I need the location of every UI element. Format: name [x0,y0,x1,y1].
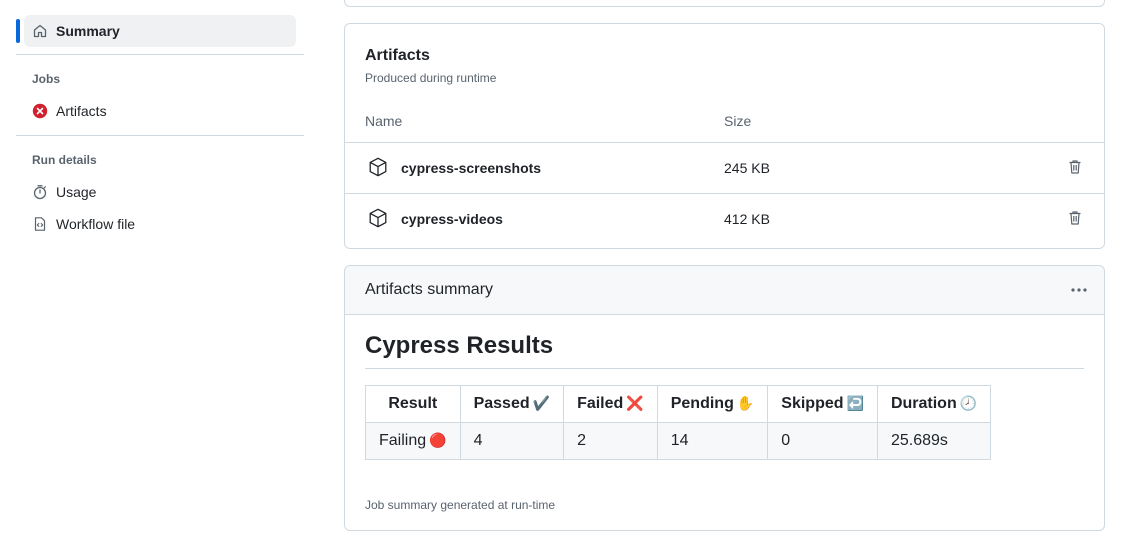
column-header-size: Size [724,113,752,129]
check-emoji-icon: ✔️ [532,395,551,411]
skipped-cell: 0 [767,422,878,460]
artifacts-title: Artifacts [365,47,430,64]
x-circle-fill-icon [32,103,48,119]
artifacts-subtitle: Produced during runtime [365,71,497,85]
artifacts-panel: Artifacts Produced during runtime Name S… [344,23,1105,249]
table-header-cell: Passed ✔️ [459,385,565,423]
table-row: Failing 🔴 4 2 14 0 25.689s [365,422,992,460]
return-arrow-emoji-icon: ↩️ [846,395,864,411]
artifact-row: cypress-screenshots 245 KB [345,142,1104,193]
duration-cell: 25.689s [876,422,992,460]
sidebar-item-label: Artifacts [56,103,107,119]
table-header-cell: Duration 🕗 [876,385,992,423]
artifacts-summary-panel: Artifacts summary Cypress Results Result… [344,265,1105,531]
previous-panel [344,0,1105,7]
table-header-cell: Skipped ↩️ [767,385,878,423]
summary-footer: Job summary generated at run-time [365,498,556,512]
sidebar-item-summary[interactable]: Summary [24,15,296,47]
result-cell: Failing 🔴 [365,422,461,460]
hand-emoji-icon: ✋ [736,395,755,411]
summary-header: Artifacts summary [345,266,1104,315]
artifact-size: 412 KB [724,211,770,227]
trash-icon[interactable] [1067,210,1083,226]
trash-icon[interactable] [1067,159,1083,175]
sidebar-item-label: Workflow file [56,216,136,232]
passed-cell: 4 [459,422,565,460]
artifact-name-link[interactable]: cypress-videos [401,211,503,227]
package-icon [369,208,387,228]
table-header-cell: Pending ✋ [656,385,769,423]
run-details-heading: Run details [32,153,97,167]
summary-title: Artifacts summary [365,281,494,298]
sidebar: Summary Jobs Artifacts Run details Usage… [0,0,320,547]
table-header-row: Result Passed ✔️ Failed ❌ Pending ✋ Skipped… [365,385,992,423]
sidebar-item-artifacts-job[interactable]: Artifacts [24,95,296,127]
pending-cell: 14 [656,422,769,460]
package-icon [369,157,387,177]
table-header-cell: Failed ❌ [563,385,658,423]
heading-rule [365,368,1084,369]
sidebar-item-usage[interactable]: Usage [24,176,296,208]
results-heading: Cypress Results [365,332,554,359]
file-code-icon [32,216,48,232]
sidebar-item-label: Summary [56,23,120,39]
cross-emoji-icon: ❌ [626,395,644,411]
column-header-name: Name [365,113,403,129]
failed-cell: 2 [563,422,658,460]
sidebar-item-label: Usage [56,184,97,200]
home-icon [32,23,48,39]
kebab-menu-icon[interactable] [1068,280,1090,300]
artifact-row: cypress-videos 412 KB [345,193,1104,244]
sidebar-item-workflow-file[interactable]: Workflow file [24,208,296,240]
red-circle-emoji-icon: 🔴 [429,432,447,448]
active-indicator [16,19,20,43]
artifact-name-link[interactable]: cypress-screenshots [401,160,541,176]
divider [16,135,304,136]
stopwatch-icon [32,184,48,200]
jobs-heading: Jobs [32,72,61,86]
divider [16,54,304,55]
artifact-size: 245 KB [724,160,770,176]
results-table: Result Passed ✔️ Failed ❌ Pending ✋ Skipped… [365,385,992,460]
table-header-cell: Result [365,385,461,423]
clock-emoji-icon: 🕗 [959,395,978,411]
